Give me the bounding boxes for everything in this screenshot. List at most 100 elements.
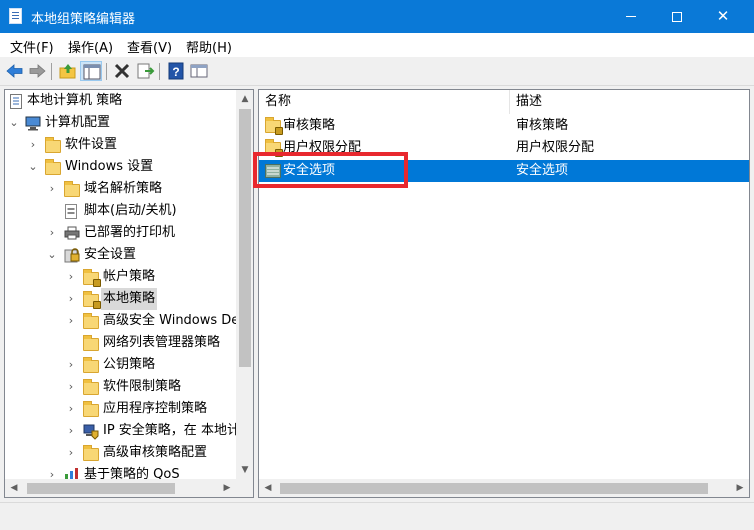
- tree-item-ip-security[interactable]: › IP 安全策略，在 本地计算机: [5, 420, 253, 442]
- folder-icon: [83, 379, 99, 395]
- tree-item-account-policy[interactable]: › 帐户策略: [5, 266, 235, 288]
- lock-folder-icon: [83, 269, 101, 287]
- tree-item-label: IP 安全策略，在 本地计算机: [103, 423, 254, 438]
- back-button[interactable]: [4, 61, 26, 81]
- tree-item-label: 高级安全 Windows Defender 防火墙: [103, 313, 253, 328]
- scroll-left-icon[interactable]: ◀: [5, 479, 23, 497]
- tree-item-printers[interactable]: › 已部署的打印机: [5, 222, 235, 244]
- folder-icon: [45, 137, 61, 153]
- svg-text:?: ?: [172, 65, 179, 79]
- delete-x-icon: [114, 63, 130, 79]
- scrollbar-thumb[interactable]: [27, 483, 175, 494]
- status-bar: [0, 502, 754, 530]
- tree-item-label: 网络列表管理器策略: [103, 335, 221, 350]
- chevron-right-icon[interactable]: ›: [65, 288, 77, 310]
- properties-button[interactable]: [188, 61, 210, 81]
- tree-item-label: 域名解析策略: [84, 181, 163, 196]
- scroll-right-icon[interactable]: ▶: [731, 479, 749, 497]
- tree-item-public-key[interactable]: › 公钥策略: [5, 354, 235, 376]
- tree-vertical-scrollbar[interactable]: ▲ ▼: [236, 90, 253, 479]
- lock-folder-icon: [83, 291, 101, 309]
- close-button[interactable]: ✕: [700, 0, 746, 33]
- chevron-right-icon[interactable]: ›: [27, 134, 39, 156]
- tree-item-computer-config[interactable]: ⌄ 计算机配置: [5, 112, 235, 134]
- tree-item-network-list[interactable]: 网络列表管理器策略: [5, 332, 235, 354]
- sort-ascending-icon: ^: [381, 90, 389, 93]
- help-button[interactable]: ?: [165, 61, 187, 81]
- column-divider[interactable]: [509, 90, 510, 114]
- tree-item-local-policy[interactable]: › 本地策略: [5, 288, 235, 310]
- minimize-button[interactable]: [608, 0, 654, 33]
- column-header-label: 名称: [265, 94, 292, 109]
- tree-item-label: 帐户策略: [103, 269, 156, 284]
- list-item-user-rights[interactable]: 用户权限分配 用户权限分配: [259, 137, 749, 159]
- list-item-security-options[interactable]: 安全选项 安全选项: [259, 160, 749, 182]
- column-header-label: 描述: [516, 94, 543, 109]
- delete-button[interactable]: [111, 61, 133, 81]
- tree-item-app-control[interactable]: › 应用程序控制策略: [5, 398, 235, 420]
- security-lock-icon: [64, 248, 80, 263]
- tree-item-advanced-firewall[interactable]: › 高级安全 Windows Defender 防火墙: [5, 310, 253, 332]
- chevron-right-icon[interactable]: ›: [65, 376, 77, 398]
- scrollbar-thumb[interactable]: [239, 109, 251, 367]
- tree-item-security-settings[interactable]: ⌄ 安全设置: [5, 244, 235, 266]
- toolbar: ?: [0, 57, 754, 86]
- show-hide-console-tree-button[interactable]: [80, 61, 102, 81]
- tree-item-label: 计算机配置: [45, 115, 111, 130]
- folder-icon: [83, 401, 99, 417]
- tree-item-label: 应用程序控制策略: [103, 401, 208, 416]
- security-options-icon: [265, 164, 281, 186]
- export-list-button[interactable]: [134, 61, 156, 81]
- tree-item-dns-policy[interactable]: › 域名解析策略: [5, 178, 235, 200]
- menu-help[interactable]: 帮助(H): [186, 37, 232, 56]
- chevron-right-icon[interactable]: ›: [46, 222, 58, 244]
- toolbar-separator: [159, 63, 160, 80]
- scrollbar-corner: [236, 479, 253, 497]
- tree-item-local-computer-policy[interactable]: 本地计算机 策略: [5, 90, 235, 112]
- console-tree-pane: 本地计算机 策略 ⌄ 计算机配置 › 软件设置 ⌄ Windows 设置 › 域…: [4, 89, 254, 498]
- column-header-name[interactable]: 名称: [265, 90, 291, 114]
- forward-arrow-icon: [29, 64, 46, 78]
- list-item-description: 安全选项: [516, 163, 569, 178]
- scroll-left-icon[interactable]: ◀: [259, 479, 277, 497]
- chevron-right-icon[interactable]: ›: [46, 178, 58, 200]
- menu-action[interactable]: 操作(A): [68, 37, 113, 56]
- tree-item-label: 软件限制策略: [103, 379, 182, 394]
- console-tree-icon: [83, 64, 101, 80]
- chevron-down-icon[interactable]: ⌄: [8, 112, 20, 134]
- menu-view[interactable]: 查看(V): [127, 37, 172, 56]
- tree-item-scripts[interactable]: 脚本(启动/关机): [5, 200, 235, 222]
- lock-folder-icon: [265, 139, 283, 157]
- chevron-right-icon[interactable]: ›: [65, 310, 77, 332]
- column-header-description[interactable]: 描述: [516, 90, 542, 114]
- tree-item-advanced-audit[interactable]: › 高级审核策略配置: [5, 442, 235, 464]
- details-horizontal-scrollbar[interactable]: ◀ ▶: [259, 479, 749, 497]
- title-bar: 本地组策略编辑器 ✕: [0, 0, 754, 33]
- chevron-right-icon[interactable]: ›: [65, 420, 77, 442]
- tree-item-label: 本地策略: [101, 288, 158, 310]
- tree-item-windows-settings[interactable]: ⌄ Windows 设置: [5, 156, 235, 178]
- tree-item-software-settings[interactable]: › 软件设置: [5, 134, 235, 156]
- menu-file[interactable]: 文件(F): [10, 37, 54, 56]
- up-one-level-button[interactable]: [57, 61, 79, 81]
- chevron-down-icon[interactable]: ⌄: [27, 156, 39, 178]
- tree-horizontal-scrollbar[interactable]: ◀ ▶: [5, 479, 236, 497]
- chevron-right-icon[interactable]: ›: [65, 354, 77, 376]
- maximize-button[interactable]: [654, 0, 700, 33]
- folder-icon: [83, 445, 99, 461]
- chevron-right-icon[interactable]: ›: [65, 266, 77, 288]
- chevron-down-icon[interactable]: ⌄: [46, 244, 58, 266]
- list-item-audit-policy[interactable]: 审核策略 审核策略: [259, 115, 749, 137]
- forward-button[interactable]: [26, 61, 48, 81]
- window-title: 本地组策略编辑器: [31, 12, 136, 27]
- scroll-up-icon[interactable]: ▲: [236, 90, 253, 108]
- scroll-down-icon[interactable]: ▼: [236, 461, 253, 479]
- folder-icon: [83, 313, 99, 329]
- scrollbar-thumb[interactable]: [280, 483, 708, 494]
- chevron-right-icon[interactable]: ›: [65, 442, 77, 464]
- tree-item-label: 公钥策略: [103, 357, 156, 372]
- tree-item-software-restriction[interactable]: › 软件限制策略: [5, 376, 235, 398]
- chevron-right-icon[interactable]: ›: [65, 398, 77, 420]
- tree-item-label: Windows 设置: [65, 159, 154, 174]
- scroll-right-icon[interactable]: ▶: [218, 479, 236, 497]
